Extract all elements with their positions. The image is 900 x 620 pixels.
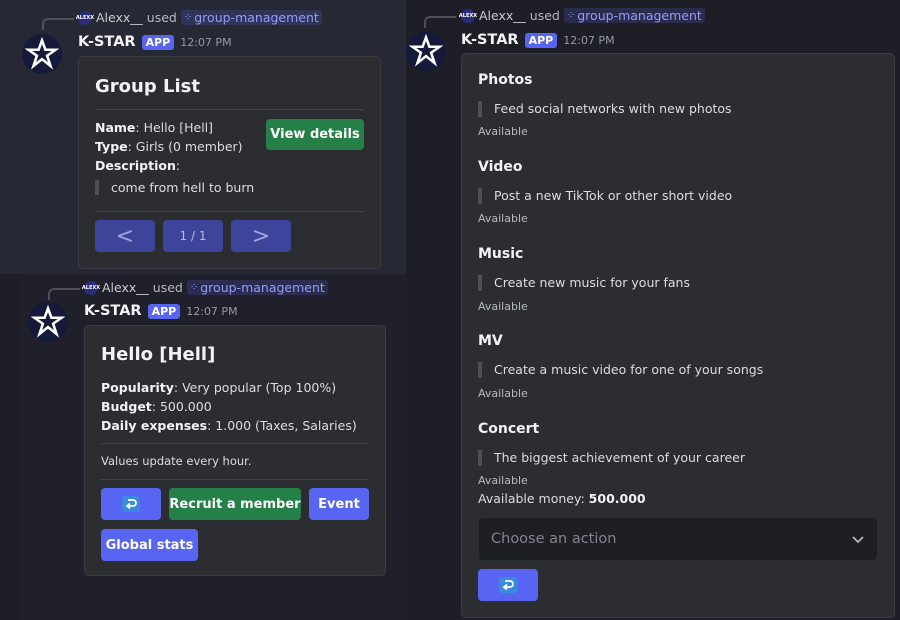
divider — [101, 479, 369, 480]
bot-name[interactable]: K-STAR — [461, 32, 519, 48]
user-avatar-small: ALEXX — [459, 8, 477, 23]
embed-title: Group List — [95, 76, 200, 97]
event-button[interactable]: Event — [309, 488, 369, 520]
group-description-field: Description: — [95, 158, 181, 173]
section-title-photos: Photos — [478, 72, 533, 88]
command-name: group-management — [577, 8, 702, 23]
action-select[interactable]: Choose an action — [478, 517, 878, 561]
recruit-member-button[interactable]: Recruit a member — [169, 488, 301, 520]
bot-avatar[interactable] — [406, 31, 446, 71]
page-indicator: 1 / 1 — [163, 220, 223, 252]
embed-footer: Values update every hour. — [101, 454, 252, 468]
command-mention[interactable]: ⁘ group-management — [563, 8, 705, 23]
user-avatar-small: ALEXX — [82, 280, 100, 295]
reply-username[interactable]: Alexx__ — [96, 10, 143, 25]
group-list-embed: Group List Name: Hello [Hell] Type: Girl… — [78, 56, 381, 269]
activities-embed: Photos Feed social networks with new pho… — [461, 53, 895, 618]
section-title-mv: MV — [478, 333, 503, 349]
expenses-field: Daily expenses: 1.000 (Taxes, Salaries) — [101, 418, 357, 433]
section-desc-music: Create new music for your fans — [478, 275, 690, 291]
command-icon: ⁘ — [183, 12, 192, 23]
message-group-list: ALEXX Alexx__ used ⁘ group-management K-S… — [0, 0, 406, 274]
embed-title: Hello [Hell] — [101, 344, 216, 365]
message-group-detail: ALEXX Alexx__ used ⁘ group-management K-S… — [20, 274, 406, 620]
reply-action: used — [529, 8, 560, 23]
divider — [95, 211, 364, 212]
divider — [95, 109, 364, 110]
back-button[interactable] — [478, 569, 538, 601]
group-name-field: Name: Hello [Hell] — [95, 120, 214, 135]
section-desc-concert: The biggest achievement of your career — [478, 450, 745, 466]
star-logo-icon — [25, 37, 59, 70]
app-badge: APP — [147, 303, 181, 319]
reply-action: used — [152, 280, 183, 295]
return-arrow-icon — [499, 577, 517, 593]
select-placeholder: Choose an action — [491, 531, 617, 547]
section-desc-photos: Feed social networks with new photos — [478, 101, 732, 117]
reply-connector — [42, 18, 74, 30]
star-logo-icon — [409, 34, 443, 67]
section-desc-mv: Create a music video for one of your son… — [478, 362, 763, 378]
section-status-mv: Available — [478, 387, 528, 400]
command-mention[interactable]: ⁘ group-management — [180, 10, 322, 25]
bot-name[interactable]: K-STAR — [84, 303, 142, 319]
reply-context[interactable]: ALEXX Alexx__ used ⁘ group-management — [459, 8, 705, 23]
reply-username[interactable]: Alexx__ — [479, 8, 526, 23]
app-badge: APP — [524, 32, 558, 48]
message-header: K-STAR APP 12:07 PM — [84, 303, 238, 319]
app-badge: APP — [141, 34, 175, 50]
return-arrow-icon — [122, 496, 140, 512]
section-title-video: Video — [478, 159, 523, 175]
reply-context[interactable]: ALEXX Alexx__ used ⁘ group-management — [82, 280, 328, 295]
reply-context[interactable]: ALEXX Alexx__ used ⁘ group-management — [76, 10, 322, 25]
prev-page-button[interactable]: < — [95, 220, 155, 252]
timestamp: 12:07 PM — [186, 304, 238, 318]
command-icon: ⁘ — [189, 282, 198, 293]
group-detail-embed: Hello [Hell] Popularity: Very popular (T… — [84, 325, 386, 576]
section-status-photos: Available — [478, 125, 528, 138]
message-activities: ALEXX Alexx__ used ⁘ group-management K-S… — [406, 0, 900, 620]
available-money: Available money: 500.000 — [478, 491, 646, 506]
group-type-field: Type: Girls (0 member) — [95, 139, 243, 154]
budget-field: Budget: 500.000 — [101, 399, 212, 414]
back-button[interactable] — [101, 488, 161, 520]
message-header: K-STAR APP 12:07 PM — [78, 34, 232, 50]
popularity-field: Popularity: Very popular (Top 100%) — [101, 380, 337, 395]
user-avatar-small: ALEXX — [76, 10, 94, 25]
global-stats-button[interactable]: Global stats — [101, 529, 198, 561]
view-details-button[interactable]: View details — [266, 119, 364, 150]
reply-action: used — [146, 10, 177, 25]
star-logo-icon — [31, 305, 65, 338]
timestamp: 12:07 PM — [180, 35, 232, 49]
section-title-music: Music — [478, 246, 524, 262]
section-status-music: Available — [478, 300, 528, 313]
reply-connector — [424, 16, 456, 28]
divider — [101, 443, 369, 444]
bot-avatar[interactable] — [28, 302, 68, 342]
bot-name[interactable]: K-STAR — [78, 34, 136, 50]
command-name: group-management — [200, 280, 325, 295]
chevron-down-icon — [852, 536, 864, 544]
section-desc-video: Post a new TikTok or other short video — [478, 188, 732, 204]
section-title-concert: Concert — [478, 421, 540, 437]
description-quote: come from hell to burn — [95, 180, 254, 195]
timestamp: 12:07 PM — [563, 33, 615, 47]
section-status-video: Available — [478, 212, 528, 225]
command-icon: ⁘ — [566, 10, 575, 21]
bot-avatar[interactable] — [22, 34, 62, 74]
command-mention[interactable]: ⁘ group-management — [186, 280, 328, 295]
section-status-concert: Available — [478, 474, 528, 487]
reply-username[interactable]: Alexx__ — [102, 280, 149, 295]
command-name: group-management — [194, 10, 319, 25]
reply-connector — [48, 288, 80, 300]
next-page-button[interactable]: > — [231, 220, 291, 252]
message-header: K-STAR APP 12:07 PM — [461, 32, 615, 48]
